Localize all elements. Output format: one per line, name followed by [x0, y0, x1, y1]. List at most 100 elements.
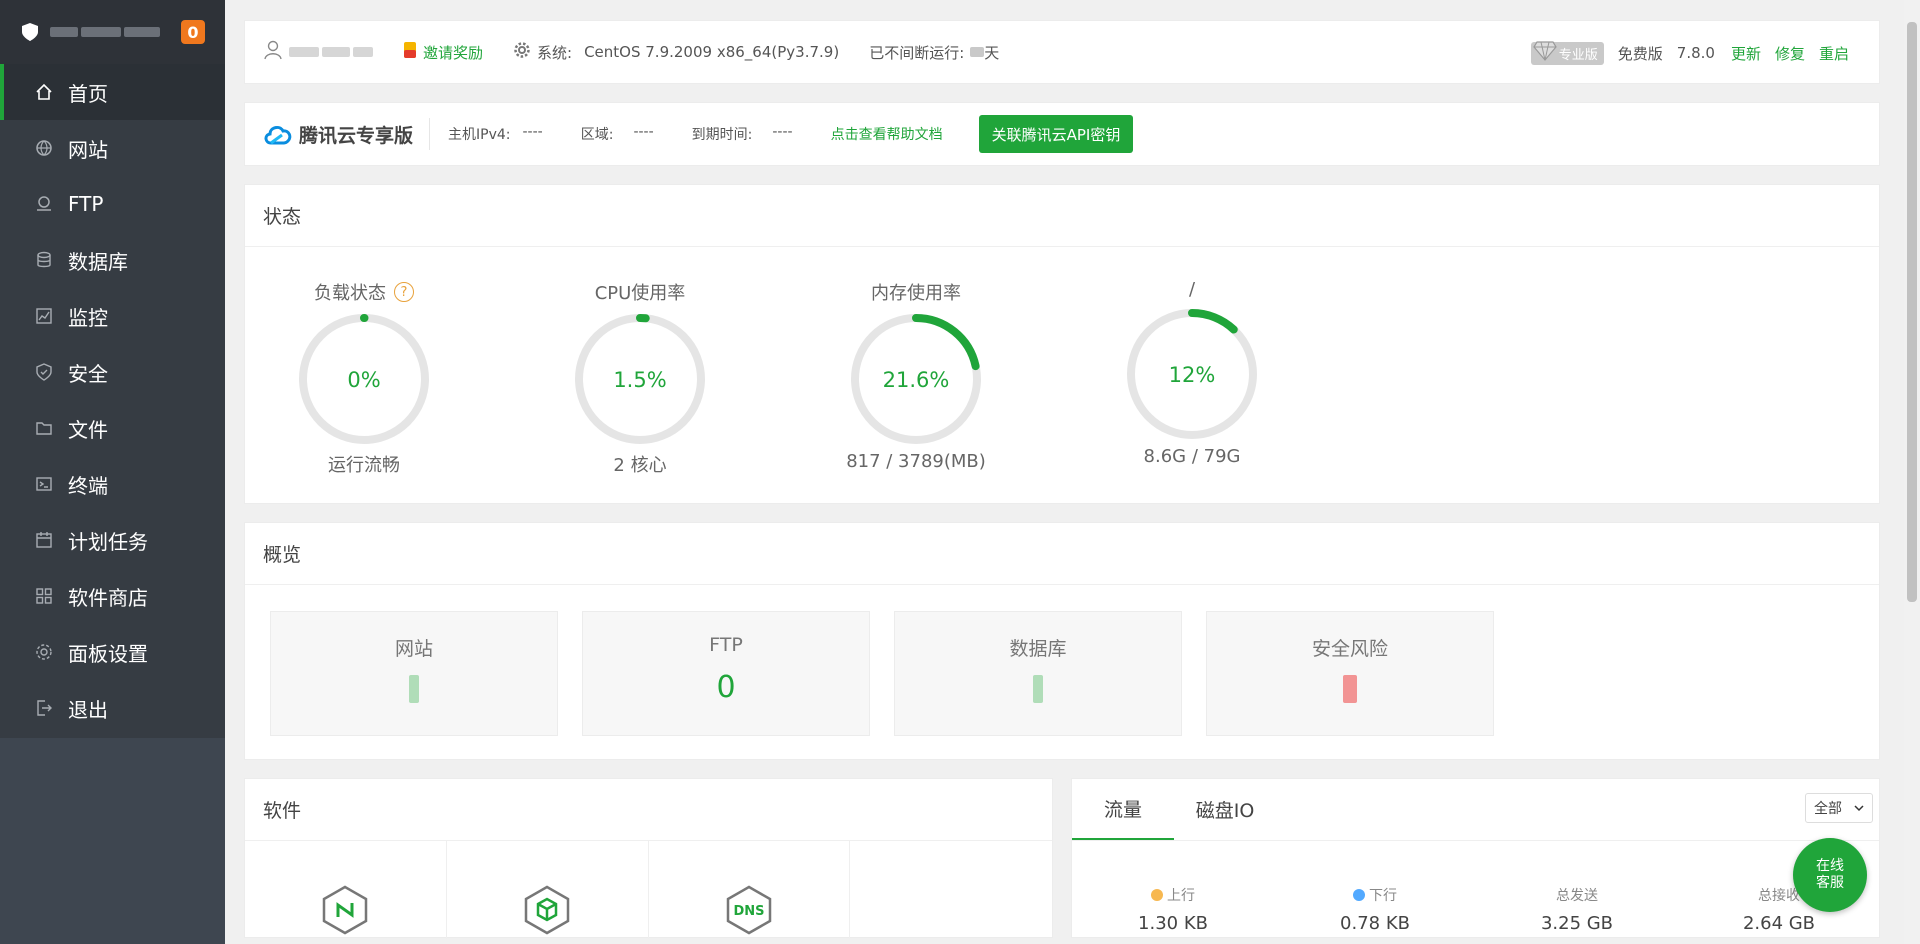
traffic-stats: 上行 1.30 KB 下行 0.78 KB 总发送 3.25 GB 总接收 2.… — [1072, 885, 1881, 934]
notification-badge[interactable]: 0 — [181, 20, 205, 44]
gauge-memory[interactable]: 内存使用率 21.6% 817 / 3789(MB) — [816, 247, 1016, 472]
stat-download: 下行 0.78 KB — [1274, 885, 1476, 934]
tab-disk-io[interactable]: 磁盘IO — [1174, 778, 1276, 840]
stat-label: 下行 — [1369, 888, 1397, 904]
sidebar-item-monitor[interactable]: 监控 — [0, 288, 225, 344]
sidebar-menu: 首页 网站 FTP 数据库 监控 安全 文件 终端 计划任务 软件商店 面板设置… — [0, 64, 225, 736]
network-select[interactable]: 全部 — [1805, 793, 1873, 823]
help-icon[interactable]: ? — [394, 282, 414, 302]
overview-website[interactable]: 网站 — [270, 611, 558, 736]
gauge-value: 1.5% — [613, 368, 666, 392]
system-value: CentOS 7.9.2009 x86_64(Py3.7.9) — [584, 43, 840, 61]
overview-security-risk[interactable]: 安全风险 — [1206, 611, 1494, 736]
top-info-bar: 邀请奖励 系统: CentOS 7.9.2009 x86_64(Py3.7.9)… — [244, 20, 1880, 84]
gauge-disk[interactable]: / 12% 8.6G / 79G — [1092, 247, 1292, 467]
gauge-title: CPU使用率 — [594, 283, 686, 304]
gauge-load[interactable]: 负载状态? 0% 运行流畅 — [264, 247, 464, 477]
expire-field: 到期时间: ---- — [692, 124, 793, 144]
sidebar-item-logout[interactable]: 退出 — [0, 680, 225, 736]
sidebar-item-label: 数据库 — [68, 249, 128, 274]
sidebar-item-app-store[interactable]: 软件商店 — [0, 568, 225, 624]
upload-dot-icon — [1151, 889, 1163, 901]
gauge-ring: 12% — [1127, 309, 1257, 439]
restart-link[interactable]: 重启 — [1819, 43, 1849, 64]
stat-upload: 上行 1.30 KB — [1072, 885, 1274, 934]
status-title: 状态 — [245, 185, 1879, 247]
sidebar-item-website[interactable]: 网站 — [0, 120, 225, 176]
overview-panel: 概览 网站 FTP 0 数据库 安全风险 — [244, 522, 1880, 760]
software-item-nginx[interactable] — [245, 841, 447, 939]
repair-link[interactable]: 修复 — [1775, 43, 1805, 64]
folder-icon — [34, 418, 54, 438]
software-grid: DNS — [245, 841, 1052, 939]
overview-database[interactable]: 数据库 — [894, 611, 1182, 736]
overview-label: 网站 — [394, 638, 433, 660]
gauge-title: 内存使用率 — [871, 283, 961, 304]
software-title: 软件 — [245, 779, 1052, 841]
sidebar-item-label: 安全 — [68, 361, 108, 386]
region-label: 区域: — [580, 127, 614, 143]
sidebar-item-terminal[interactable]: 终端 — [0, 456, 225, 512]
update-link[interactable]: 更新 — [1731, 43, 1761, 64]
sidebar-item-settings[interactable]: 面板设置 — [0, 624, 225, 680]
pro-version-badge[interactable]: 专业版 — [1530, 40, 1604, 65]
cloud-icon — [264, 125, 292, 145]
online-service-label: 在线 客服 — [1816, 858, 1844, 891]
sidebar-item-cron[interactable]: 计划任务 — [0, 512, 225, 568]
status-gauges: 负载状态? 0% 运行流畅 CPU使用率 1.5% 2 核心 内存使用率 21.… — [245, 247, 1879, 503]
user-icon — [263, 40, 283, 64]
software-item-package[interactable] — [447, 841, 649, 939]
diamond-icon — [1533, 40, 1557, 61]
sidebar-item-label: 文件 — [68, 417, 108, 442]
overview-ftp[interactable]: FTP 0 — [582, 611, 870, 736]
scrollbar-thumb[interactable] — [1907, 22, 1917, 602]
sidebar-item-home[interactable]: 首页 — [0, 64, 225, 120]
stat-label: 总接收 — [1758, 888, 1800, 904]
uptime-info: 已不间断运行: 天 — [869, 42, 999, 63]
overview-boxes: 网站 FTP 0 数据库 安全风险 — [245, 585, 1879, 759]
main-content: 邀请奖励 系统: CentOS 7.9.2009 x86_64(Py3.7.9)… — [244, 20, 1881, 939]
gauge-ring: 0% — [299, 314, 429, 444]
expire-label: 到期时间: — [691, 127, 753, 143]
link-api-key-button[interactable]: 关联腾讯云API密钥 — [978, 115, 1134, 153]
software-item-empty — [850, 841, 1052, 939]
ipv4-label: 主机IPv4: — [448, 127, 511, 143]
gauge-title: 负载状态 — [314, 283, 386, 304]
gear-icon — [34, 642, 54, 662]
gift-icon — [403, 41, 417, 63]
sidebar-item-label: 网站 — [68, 137, 108, 162]
overview-title: 概览 — [245, 523, 1879, 585]
region-value: ---- — [633, 124, 654, 140]
version-actions: 专业版 免费版 7.8.0 更新 修复 重启 — [1530, 21, 1849, 85]
stat-label: 上行 — [1167, 888, 1195, 904]
sidebar: 0 首页 网站 FTP 数据库 监控 安全 文件 终端 计划任务 软件商店 面板… — [0, 0, 225, 944]
gauge-value: 12% — [1169, 363, 1216, 387]
gauge-ring: 1.5% — [575, 314, 705, 444]
status-panel: 状态 负载状态? 0% 运行流畅 CPU使用率 1.5% 2 核心 内存使用率 … — [244, 184, 1880, 504]
sidebar-item-label: 退出 — [68, 697, 108, 722]
expire-value: ---- — [772, 124, 793, 140]
software-item-dns[interactable]: DNS — [649, 841, 851, 939]
overview-label: 安全风险 — [1311, 638, 1388, 660]
page-scrollbar[interactable] — [1904, 0, 1920, 944]
sidebar-item-security[interactable]: 安全 — [0, 344, 225, 400]
sidebar-item-database[interactable]: 数据库 — [0, 232, 225, 288]
invite-reward-link[interactable]: 邀请奖励 — [423, 42, 483, 63]
sidebar-item-files[interactable]: 文件 — [0, 400, 225, 456]
tab-traffic[interactable]: 流量 — [1072, 778, 1174, 840]
gauge-value: 21.6% — [883, 368, 950, 392]
sidebar-header: 0 — [0, 0, 225, 64]
sidebar-item-ftp[interactable]: FTP — [0, 176, 225, 232]
gauge-cpu[interactable]: CPU使用率 1.5% 2 核心 — [540, 247, 740, 477]
user-info[interactable] — [263, 40, 373, 64]
gauge-value: 0% — [347, 368, 380, 392]
home-icon — [34, 82, 54, 102]
pro-label: 专业版 — [1558, 47, 1598, 63]
server-name-redacted — [50, 27, 160, 37]
help-doc-link[interactable]: 点击查看帮助文档 — [831, 124, 943, 144]
invite-reward[interactable]: 邀请奖励 — [403, 41, 483, 63]
globe-icon — [34, 138, 54, 158]
sidebar-item-label: 计划任务 — [68, 529, 148, 554]
sidebar-item-label: 终端 — [68, 473, 108, 498]
online-service-button[interactable]: 在线 客服 — [1793, 838, 1867, 912]
